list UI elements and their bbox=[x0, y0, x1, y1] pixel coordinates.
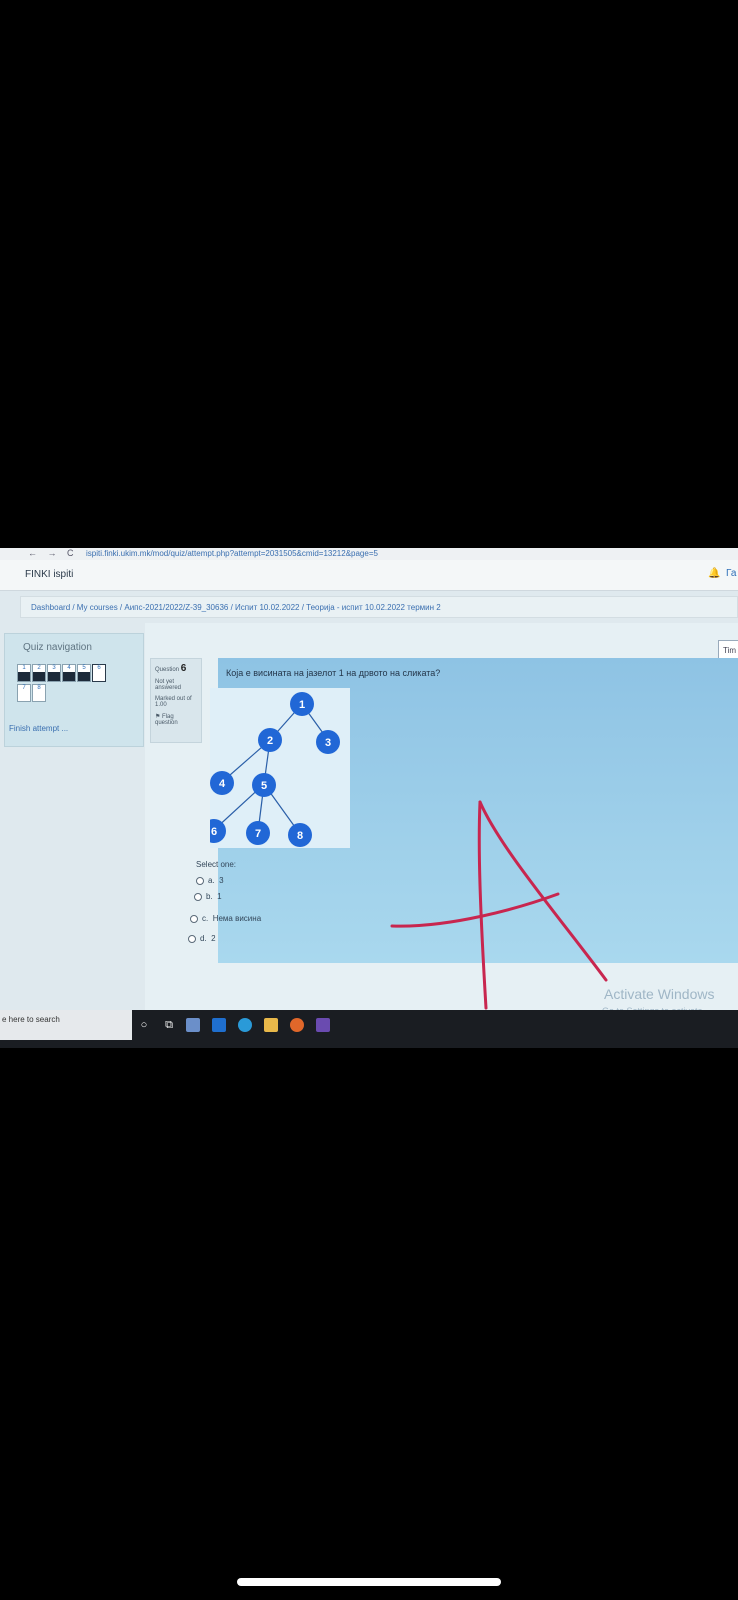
laptop-screen: ← → C ispiti.finki.ukim.mk/mod/quiz/atte… bbox=[0, 548, 738, 1048]
home-indicator[interactable] bbox=[237, 1578, 501, 1586]
handwritten-a-annotation bbox=[390, 800, 608, 1010]
